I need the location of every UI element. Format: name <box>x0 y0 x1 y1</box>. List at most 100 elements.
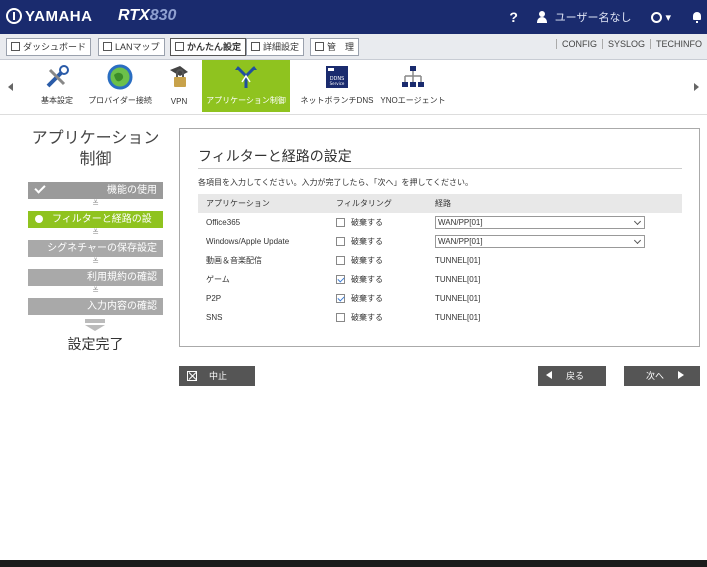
icon-item-yno-label: YNOエージェント <box>380 96 446 105</box>
app-name: Windows/Apple Update <box>206 237 290 246</box>
icon-item-basic[interactable]: 基本設定 <box>34 60 80 112</box>
back-button[interactable]: 戻る <box>538 366 606 386</box>
wizard-title: アプリケーション 制御 <box>28 128 163 170</box>
management-button[interactable]: 管 理 <box>310 38 360 56</box>
advanced-setup-label: 詳細設定 <box>263 42 300 52</box>
management-label: 管 理 <box>327 42 355 52</box>
dashboard-label: ダッシュボード <box>23 42 87 52</box>
icon-item-app-control[interactable]: アプリケーション制御 <box>202 60 290 112</box>
easy-setup-button[interactable]: かんたん設定 <box>170 38 247 56</box>
filter-label: 破棄する <box>351 218 383 227</box>
table-row: ゲーム 破棄する TUNNEL[01] <box>198 270 682 289</box>
filter-checkbox[interactable] <box>336 218 345 227</box>
app-name: SNS <box>206 313 223 322</box>
panel-divider <box>198 168 682 169</box>
feature-icon-bar: 基本設定 プロバイダー接続 VPN アプリケーション制御 DDNS Service… <box>0 60 707 114</box>
table-row: 動画＆音楽配信 破棄する TUNNEL[01] <box>198 251 682 270</box>
lan-map-button[interactable]: LANマップ <box>98 38 165 56</box>
col-route: 経路 <box>435 199 451 208</box>
filter-checkbox[interactable] <box>336 294 345 303</box>
cancel-label: 中止 <box>209 371 228 381</box>
route-select[interactable]: WAN/PP[01] <box>435 216 645 229</box>
advanced-setup-button[interactable]: 詳細設定 <box>246 38 305 56</box>
help-button[interactable]: ? <box>505 9 523 25</box>
scroll-right-icon[interactable] <box>694 83 699 91</box>
filter-checkbox[interactable] <box>336 275 345 284</box>
footer-bar <box>0 560 707 567</box>
dashboard-button[interactable]: ダッシュボード <box>6 38 92 56</box>
route-value: TUNNEL[01] <box>435 275 481 284</box>
filter-label: 破棄する <box>351 237 383 246</box>
model-name: RTX830 <box>118 7 176 25</box>
step-feature-use[interactable]: 機能の使用 <box>28 182 163 199</box>
panel-title: フィルターと経路の設定 <box>198 148 352 164</box>
icon-item-ddns-label: ネットボランチDNS <box>300 96 374 105</box>
step-label: 機能の使用 <box>107 185 157 196</box>
wand-icon <box>175 42 184 51</box>
next-button[interactable]: 次へ <box>624 366 700 386</box>
table-header: アプリケーション フィルタリング 経路 <box>198 194 682 213</box>
app-name: Office365 <box>206 218 241 227</box>
menu-bar: ダッシュボード LANマップ かんたん設定 詳細設定 管 理 CONFIG SYS… <box>0 34 707 60</box>
check-icon <box>34 182 46 194</box>
next-label: 次へ <box>646 371 665 381</box>
app-name: 動画＆音楽配信 <box>206 256 262 265</box>
icon-item-provider-label: プロバイダー接続 <box>88 96 152 105</box>
icon-item-vpn-label: VPN <box>170 97 188 106</box>
top-header: YAMAHA RTX830 ? ユーザー名なし ▾ <box>0 0 707 34</box>
table-row: Windows/Apple Update 破棄する WAN/PP[01] <box>198 232 682 251</box>
step-label: 入力内容の確認 <box>87 301 157 312</box>
status-dropdown-chevron: ▾ <box>665 11 671 24</box>
current-step-dot-icon <box>35 215 43 223</box>
chevron-down-icon <box>633 217 642 226</box>
lan-map-label: LANマップ <box>115 42 160 52</box>
techinfo-link[interactable]: TECHINFO <box>650 39 707 49</box>
filter-route-panel: フィルターと経路の設定 各項目を入力してください。入力が完了したら、「次へ」を押… <box>179 128 700 347</box>
username[interactable]: ユーザー名なし <box>555 9 632 25</box>
globe-icon <box>107 64 133 90</box>
route-select[interactable]: WAN/PP[01] <box>435 235 645 248</box>
model-prefix: RTX <box>118 7 150 24</box>
utility-links: CONFIG SYSLOG TECHINFO <box>555 39 707 49</box>
icon-item-provider[interactable]: プロバイダー接続 <box>84 60 156 112</box>
route-value: TUNNEL[01] <box>435 256 481 265</box>
close-icon <box>187 371 197 381</box>
icon-item-vpn[interactable]: VPN <box>162 60 196 112</box>
step-filter-route[interactable]: フィルターと経路の設定 <box>28 211 163 242</box>
route-select-value: WAN/PP[01] <box>438 218 483 227</box>
filter-checkbox[interactable] <box>336 256 345 265</box>
scroll-left-icon[interactable] <box>8 83 13 91</box>
wrench-icon <box>315 42 324 51</box>
wizard-sidebar: アプリケーション 制御 機能の使用 ≚ フィルターと経路の設定 ≚ シグネチャー… <box>28 128 163 354</box>
table-row: SNS 破棄する TUNNEL[01] <box>198 308 682 327</box>
step-chevron-icon: ≚ <box>92 199 99 208</box>
notification-bell-icon[interactable] <box>691 11 703 23</box>
dashboard-icon <box>11 42 20 51</box>
filter-label: 破棄する <box>351 313 383 322</box>
arrow-right-icon <box>678 371 685 379</box>
table-row: Office365 破棄する WAN/PP[01] <box>198 213 682 232</box>
filter-checkbox[interactable] <box>336 237 345 246</box>
wizard-title-line2: 制御 <box>79 151 112 168</box>
route-value: TUNNEL[01] <box>435 313 481 322</box>
icon-item-yno[interactable]: YNOエージェント <box>380 60 446 112</box>
icon-item-ddns[interactable]: DDNS Service ネットボランチDNS <box>298 60 376 112</box>
config-link[interactable]: CONFIG <box>555 39 602 49</box>
step-review: 入力内容の確認 <box>28 298 163 315</box>
filter-label: 破棄する <box>351 275 383 284</box>
cancel-button[interactable]: 中止 <box>179 366 255 386</box>
app-table: アプリケーション フィルタリング 経路 Office365 破棄する WAN/P… <box>198 194 682 327</box>
network-icon <box>402 66 424 87</box>
ddns-icon: DDNSService <box>326 66 348 88</box>
tools-icon <box>46 65 69 88</box>
lan-map-icon <box>103 42 112 51</box>
step-chevron-icon: ≚ <box>92 257 99 266</box>
back-label: 戻る <box>566 371 585 381</box>
filter-checkbox[interactable] <box>336 313 345 322</box>
syslog-link[interactable]: SYSLOG <box>601 39 650 49</box>
brand-name: YAMAHA <box>25 8 93 25</box>
icon-item-basic-label: 基本設定 <box>41 96 73 105</box>
status-dropdown[interactable]: ▾ <box>651 11 671 24</box>
wizard-title-line1: アプリケーション <box>31 130 160 147</box>
step-label: シグネチャーの保存設定 <box>47 243 157 254</box>
